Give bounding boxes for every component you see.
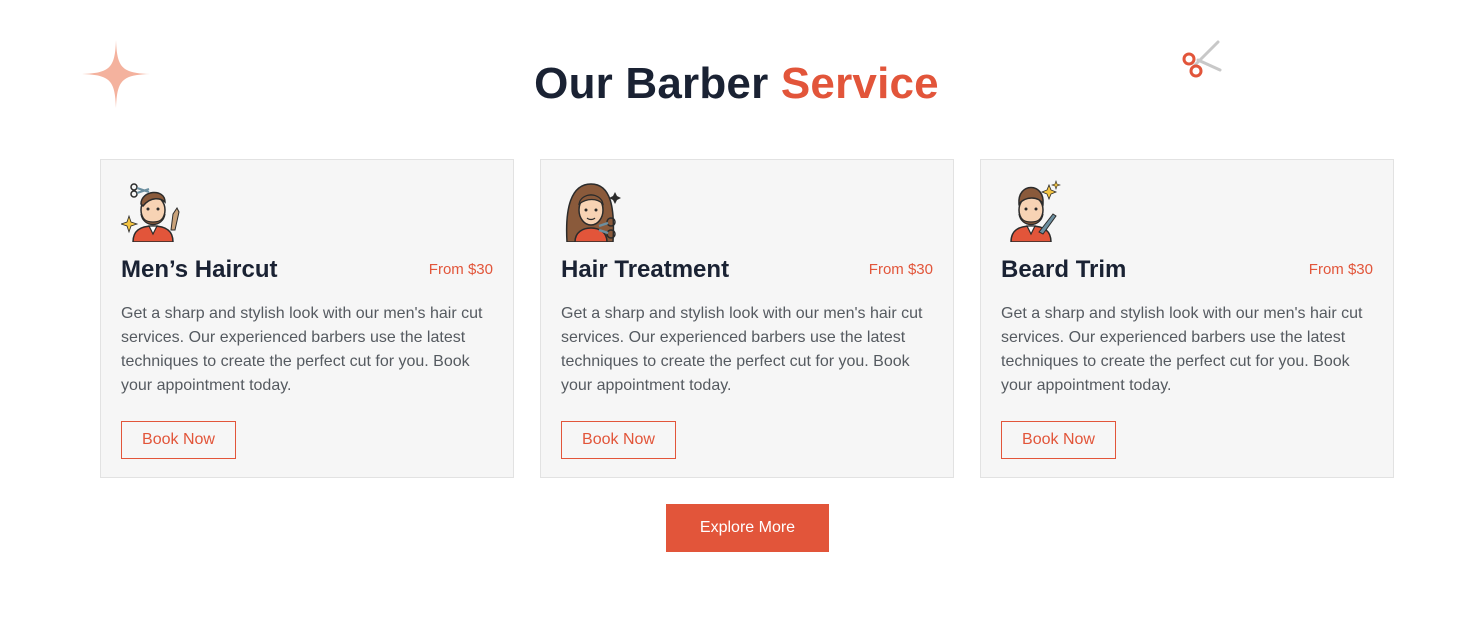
service-card-beard-trim: Beard Trim From $30 Get a sharp and styl… — [980, 159, 1394, 478]
service-description: Get a sharp and stylish look with our me… — [561, 305, 923, 394]
service-price: From $30 — [1308, 261, 1373, 278]
service-description: Get a sharp and stylish look with our me… — [1001, 305, 1363, 394]
section-title-accent: Service — [780, 59, 939, 108]
service-price: From $30 — [428, 261, 493, 278]
section-title-main: Our Barber — [534, 59, 769, 108]
service-price: From $30 — [868, 261, 933, 278]
explore-more-button[interactable]: Explore More — [666, 504, 829, 552]
service-description: Get a sharp and stylish look with our me… — [121, 305, 483, 394]
service-card-hair-treatment: Hair Treatment From $30 Get a sharp and … — [540, 159, 954, 478]
book-now-button[interactable]: Book Now — [121, 421, 236, 459]
book-now-button[interactable]: Book Now — [1001, 421, 1116, 459]
hair-treatment-icon — [565, 183, 621, 242]
service-name: Men’s Haircut — [121, 256, 278, 283]
book-now-button[interactable]: Book Now — [561, 421, 676, 459]
section-title: Our Barber Service — [0, 58, 1473, 110]
beard-trim-icon — [1010, 180, 1061, 242]
service-name: Hair Treatment — [561, 256, 730, 283]
service-card-mens-haircut: Men’s Haircut From $30 Get a sharp and s… — [100, 159, 514, 478]
service-name: Beard Trim — [1001, 256, 1127, 283]
barber-haircut-icon — [121, 183, 180, 242]
